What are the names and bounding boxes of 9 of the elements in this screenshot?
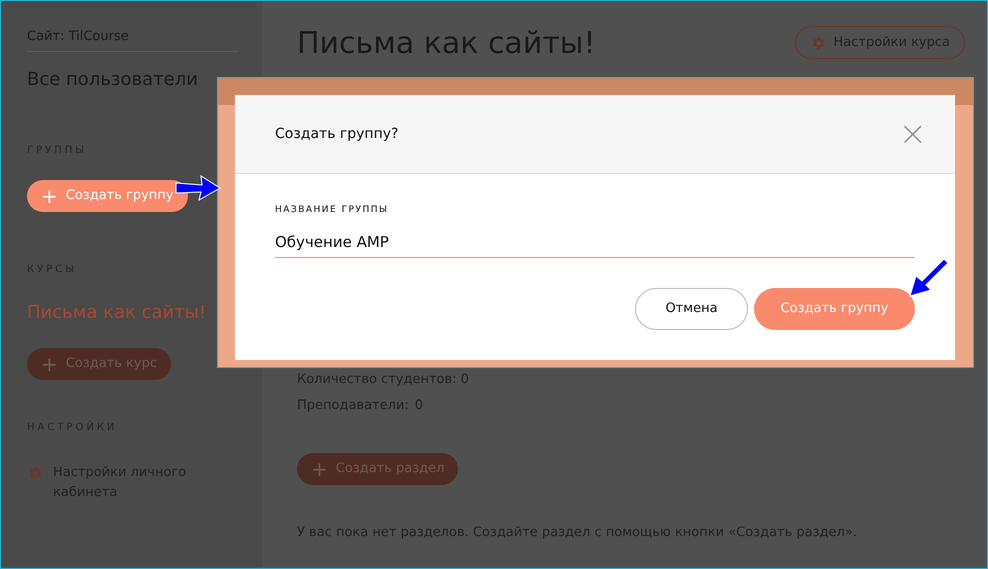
cancel-button[interactable]: Отмена bbox=[635, 288, 748, 330]
field-label: НАЗВАНИЕ ГРУППЫ bbox=[275, 204, 390, 217]
group-name-field[interactable]: Обучение AMP bbox=[275, 228, 915, 258]
gear-icon bbox=[27, 464, 43, 480]
create-button[interactable]: + Создать группу bbox=[27, 180, 188, 212]
dialog-title: Создать группу? bbox=[275, 124, 398, 144]
close-button[interactable]: × bbox=[898, 117, 927, 151]
create-group-button[interactable]: Создать группу bbox=[754, 288, 915, 330]
arrow-icon bbox=[175, 174, 221, 202]
